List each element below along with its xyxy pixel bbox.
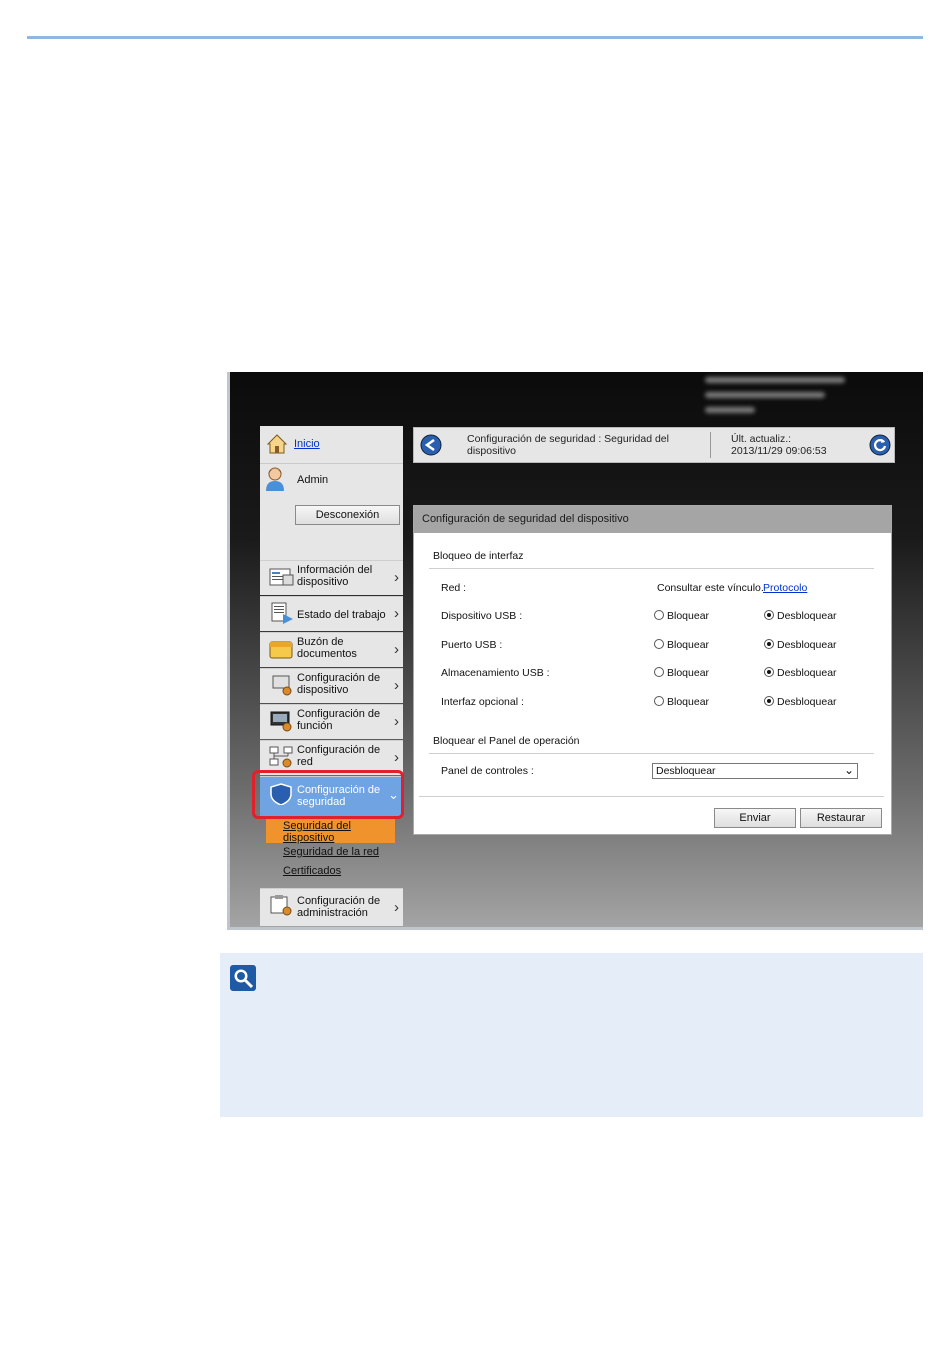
blurred-text [705, 407, 755, 413]
page-header: Configuración de seguridad : Seguridad d… [413, 427, 895, 463]
settings-panel: Configuración de seguridad del dispositi… [413, 505, 892, 835]
admin-settings-icon [270, 895, 292, 916]
chevron-right-icon: › [394, 677, 399, 694]
radio-circle [764, 667, 774, 677]
divider [429, 753, 874, 754]
top-rule [27, 36, 923, 39]
logout-button[interactable]: Desconexión [295, 505, 400, 525]
radio-label: Desbloquear [777, 696, 837, 708]
usb-port-lock-radio[interactable]: Bloquear [654, 639, 709, 651]
refresh-icon[interactable] [869, 434, 891, 456]
radio-circle [654, 667, 664, 677]
chevron-right-icon: › [394, 605, 399, 622]
sidebar-logout-area: Desconexión [260, 500, 403, 560]
radio-label: Desbloquear [777, 610, 837, 622]
sidebar-item-job-status[interactable]: Estado del trabajo › [260, 596, 403, 631]
radio-label: Desbloquear [777, 639, 837, 651]
usb-storage-unlock-radio[interactable]: Desbloquear [764, 667, 837, 679]
blurred-text [705, 377, 845, 383]
document-box-icon [269, 641, 293, 659]
sidebar-item-label: Configuración de función [297, 708, 381, 732]
sidebar-item-function-settings[interactable]: Configuración de función › [260, 704, 403, 739]
optional-interface-label: Interfaz opcional : [441, 696, 524, 708]
sidebar-item-label: Estado del trabajo [297, 609, 386, 621]
sidebar-item-label: Configuración de red [297, 744, 381, 768]
sidebar-item-device-settings[interactable]: Configuración de dispositivo › [260, 668, 403, 703]
user-name: Admin [297, 474, 329, 486]
last-update-value: 2013/11/29 09:06:53 [731, 445, 827, 457]
optional-interface-lock-radio[interactable]: Bloquear [654, 696, 709, 708]
network-settings-icon [269, 746, 293, 768]
radio-circle [764, 696, 774, 706]
sidebar-item-document-box[interactable]: Buzón de documentos › [260, 632, 403, 667]
submenu-network-security[interactable]: Seguridad de la red [283, 846, 379, 858]
panel-title: Configuración de seguridad del dispositi… [414, 506, 891, 533]
note-box [220, 953, 923, 1117]
sidebar-item-label: Buzón de documentos [297, 636, 357, 660]
page-title: Configuración de seguridad : Seguridad d… [467, 433, 669, 457]
section-interface-lock: Bloqueo de interfaz [433, 550, 524, 562]
radio-label: Bloquear [667, 696, 710, 708]
network-label: Red : [441, 582, 467, 594]
submenu-device-security[interactable]: Seguridad del dispositivo [283, 820, 363, 844]
device-info-icon [269, 568, 294, 586]
job-status-icon [271, 602, 293, 624]
usb-device-label: Dispositivo USB : [441, 610, 523, 622]
radio-label: Bloquear [667, 639, 710, 651]
home-icon [266, 434, 288, 454]
divider [419, 796, 884, 797]
note-magnifier-icon [230, 965, 256, 991]
radio-circle [654, 610, 664, 620]
sidebar-item-label: Información del dispositivo [297, 564, 373, 588]
usb-port-label: Puerto USB : [441, 639, 503, 651]
home-link[interactable]: Inicio [294, 438, 320, 450]
chevron-right-icon: › [394, 899, 399, 916]
blurred-text [705, 392, 825, 398]
protocol-link[interactable]: Protocolo [763, 582, 807, 594]
function-settings-icon [270, 711, 292, 732]
radio-circle [654, 696, 664, 706]
device-settings-icon [272, 675, 292, 696]
chevron-down-icon: ⌄ [843, 763, 854, 777]
control-panel-label: Panel de controles : [441, 765, 534, 777]
radio-circle [764, 610, 774, 620]
submit-button[interactable]: Enviar [714, 808, 796, 828]
usb-storage-label: Almacenamiento USB : [441, 667, 550, 679]
last-update-label: Últ. actualiz.: [731, 433, 792, 445]
radio-label: Desbloquear [777, 667, 837, 679]
submenu-certificates[interactable]: Certificados [283, 865, 341, 877]
sidebar-home[interactable]: Inicio [260, 426, 403, 464]
chevron-right-icon: › [394, 713, 399, 730]
browser-screenshot: Inicio Admin Desconexión Información del… [227, 372, 923, 930]
reset-button[interactable]: Restaurar [800, 808, 882, 828]
radio-circle [654, 639, 664, 649]
radio-circle [764, 639, 774, 649]
optional-interface-unlock-radio[interactable]: Desbloquear [764, 696, 837, 708]
usb-device-unlock-radio[interactable]: Desbloquear [764, 610, 837, 622]
divider [429, 568, 874, 569]
chevron-right-icon: › [394, 641, 399, 658]
control-panel-select[interactable]: Desbloquear ⌄ [652, 763, 858, 779]
radio-label: Bloquear [667, 610, 710, 622]
section-operation-panel: Bloquear el Panel de operación [433, 735, 580, 747]
network-hint: Consultar este vínculo. [657, 582, 764, 594]
usb-storage-lock-radio[interactable]: Bloquear [654, 667, 709, 679]
radio-label: Bloquear [667, 667, 710, 679]
select-value: Desbloquear [656, 765, 716, 777]
highlight-frame [252, 770, 404, 819]
back-arrow-icon[interactable] [420, 434, 442, 456]
chevron-right-icon: › [394, 749, 399, 766]
usb-device-lock-radio[interactable]: Bloquear [654, 610, 709, 622]
sidebar-item-device-info[interactable]: Información del dispositivo › [260, 560, 403, 595]
sidebar-user: Admin [260, 464, 403, 500]
user-avatar-icon [266, 467, 284, 491]
sidebar-item-admin-settings[interactable]: Configuración de administración › [260, 888, 403, 926]
sidebar-item-label: Configuración de administración [297, 895, 381, 919]
sidebar-item-label: Configuración de dispositivo [297, 672, 381, 696]
chevron-right-icon: › [394, 569, 399, 586]
divider [710, 432, 711, 458]
usb-port-unlock-radio[interactable]: Desbloquear [764, 639, 837, 651]
